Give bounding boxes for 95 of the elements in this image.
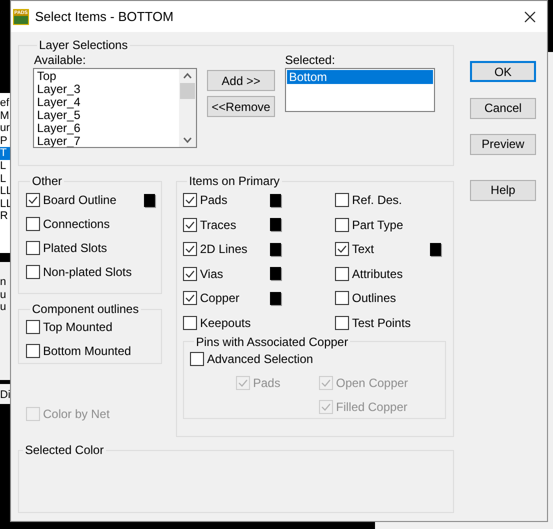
background-text: L [0,160,8,173]
group-title: Items on Primary [188,173,281,190]
color-swatch[interactable] [270,242,281,256]
checkbox-label: Board Outline [43,192,116,209]
group-title: Selected Color [24,442,105,459]
background-text: P [0,134,8,148]
check-icon [185,220,195,228]
scrollbar-thumb[interactable] [180,83,195,99]
checkbox[interactable] [183,291,197,305]
selected-layers-list[interactable]: Bottom [285,68,435,112]
check-icon [321,402,331,410]
checkbox[interactable] [183,316,197,330]
checkbox-label: Text [352,241,374,258]
checkbox[interactable] [335,242,349,256]
checkbox[interactable] [183,242,197,256]
checkbox[interactable] [335,193,349,207]
checkbox-label: Filled Copper [336,398,408,416]
list-item[interactable]: Layer_5 [37,109,179,122]
checkbox-label: Advanced Selection [207,350,314,368]
checkbox[interactable] [335,266,349,280]
check-icon [238,378,248,386]
field-label: Available: [34,52,87,68]
checkbox[interactable] [335,218,349,232]
background-text: L [0,172,8,186]
checkbox[interactable] [183,266,197,280]
checkbox[interactable] [26,217,40,231]
checkbox-label: Open Copper [336,374,408,392]
checkbox-label: Plated Slots [43,240,108,257]
dialog-button[interactable]: Cancel [470,98,536,118]
color-swatch[interactable] [430,242,441,256]
checkbox-label: 2D Lines [200,241,248,258]
color-swatch[interactable] [270,292,281,304]
background-text: Di [0,389,10,401]
dialog-button[interactable]: OK [470,61,536,82]
background-text: n [0,276,8,289]
checkbox-label: Connections [43,216,110,233]
color-swatch[interactable] [270,267,281,280]
field-label: Selected: [285,52,336,68]
check-icon [185,294,195,302]
color-swatch[interactable] [270,194,281,206]
checkbox-label: Test Points [352,314,411,332]
background-text: u [0,288,8,302]
background-text: ef [0,97,10,110]
background-text: u [0,301,8,314]
checkbox-label: Vias [200,266,224,282]
list-item[interactable]: Layer_6 [37,122,179,135]
list-item[interactable]: Top [37,70,179,83]
background-text: M [0,110,10,122]
remove-button[interactable]: <<Remove [207,96,275,117]
group-title: Pins with Associated Copper [195,334,350,350]
dialog-button[interactable]: Help [470,180,536,200]
list-item[interactable]: Layer_3 [37,83,179,96]
checkbox[interactable] [26,193,40,207]
checkbox-label: Bottom Mounted [43,343,132,360]
checkbox-label: Attributes [352,266,403,282]
check-icon [185,196,195,204]
checkbox[interactable] [26,241,40,255]
checkbox[interactable] [183,218,197,232]
checkbox[interactable] [190,352,204,366]
window-title: Select Items - BOTTOM [35,8,174,26]
scrollbar[interactable] [179,69,196,147]
checkbox[interactable] [335,291,349,305]
checkbox[interactable] [26,265,40,279]
checkbox-label: Non-plated Slots [43,264,132,281]
checkbox-label: Top Mounted [43,319,112,336]
color-swatch[interactable] [270,218,281,231]
background-text: R [0,210,9,223]
list-item[interactable]: Bottom [287,70,433,84]
group-title: Layer Selections [38,37,129,54]
check-icon [337,245,347,253]
check-icon [185,245,195,253]
checkbox-label: Ref. Des. [352,192,402,209]
checkbox-label: Part Type [352,216,404,234]
checkbox-label: Color by Net [43,406,110,423]
check-icon [28,196,38,204]
checkbox-label: Traces [200,216,236,234]
list-item[interactable]: Layer_4 [37,96,179,109]
check-icon [321,378,331,386]
add-button[interactable]: Add >> [207,70,275,91]
color-swatch[interactable] [144,194,155,206]
checkbox-label: Outlines [352,290,396,307]
close-icon[interactable] [524,10,536,22]
group-title: Other [31,173,64,190]
checkbox-label: Pads [200,192,228,209]
checkbox[interactable] [183,193,197,207]
check-icon [185,270,195,278]
group-title: Component outlines [31,301,140,318]
checkbox[interactable] [335,316,349,330]
checkbox[interactable] [26,320,40,334]
checkbox-label: Pads [253,374,280,392]
checkbox-label: Keepouts [200,314,251,332]
checkbox[interactable] [26,344,40,358]
checkbox-label: Copper [200,290,240,307]
background-text: ur [0,122,11,135]
dialog-button[interactable]: Preview [470,134,536,154]
